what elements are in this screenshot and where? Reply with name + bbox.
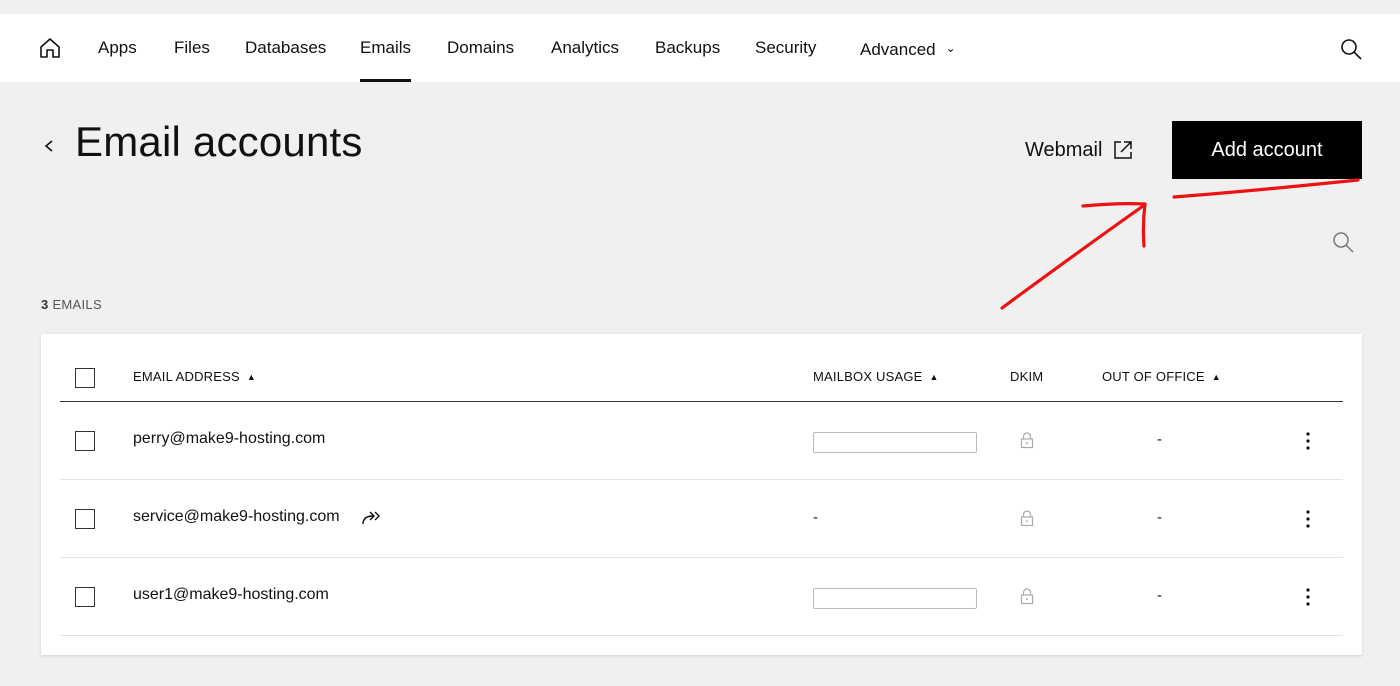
column-email-address-label: EMAIL ADDRESS xyxy=(133,369,240,384)
mailbox-usage-value: - xyxy=(813,509,818,526)
column-mailbox-usage-label: MAILBOX USAGE xyxy=(813,369,923,384)
nav-item-files[interactable]: Files xyxy=(174,14,210,82)
nav-item-databases[interactable]: Databases xyxy=(245,14,326,82)
nav-item-advanced[interactable]: Advanced ⌄ xyxy=(860,14,956,82)
row-checkbox[interactable] xyxy=(75,509,95,529)
email-address[interactable]: user1@make9-hosting.com xyxy=(133,586,329,604)
sort-asc-icon: ▲ xyxy=(1211,372,1221,382)
nav-item-analytics[interactable]: Analytics xyxy=(551,14,619,82)
email-count: 3 EMAILS xyxy=(41,297,102,312)
out-of-office-value: - xyxy=(1157,431,1162,448)
nav-item-security[interactable]: Security xyxy=(755,14,816,82)
column-out-of-office[interactable]: OUT OF OFFICE ▲ xyxy=(1102,369,1221,384)
row-checkbox[interactable] xyxy=(75,587,95,607)
search-emails-icon[interactable] xyxy=(1332,231,1354,253)
column-out-of-office-label: OUT OF OFFICE xyxy=(1102,369,1205,384)
column-mailbox-usage[interactable]: MAILBOX USAGE ▲ xyxy=(813,369,939,384)
table-row: perry@make9-hosting.com - xyxy=(60,402,1343,480)
home-icon[interactable] xyxy=(38,36,62,60)
email-table: EMAIL ADDRESS ▲ MAILBOX USAGE ▲ DKIM OUT O… xyxy=(41,334,1362,655)
email-count-label: EMAILS xyxy=(52,297,102,312)
lock-icon xyxy=(1020,588,1034,605)
back-chevron-icon[interactable] xyxy=(40,134,58,158)
main-navbar: Apps Files Databases Emails Domains Anal… xyxy=(0,14,1400,82)
email-count-number: 3 xyxy=(41,297,49,312)
nav-item-backups[interactable]: Backups xyxy=(655,14,720,82)
chevron-down-icon: ⌄ xyxy=(945,41,956,55)
nav-item-emails[interactable]: Emails xyxy=(360,14,412,82)
out-of-office-value: - xyxy=(1157,509,1162,526)
table-row: service@make9-hosting.com - - xyxy=(60,480,1343,558)
out-of-office-value: - xyxy=(1157,587,1162,604)
add-account-button[interactable]: Add account xyxy=(1172,121,1362,179)
forwarding-icon xyxy=(362,511,380,525)
email-address[interactable]: perry@make9-hosting.com xyxy=(133,430,325,448)
external-link-icon xyxy=(1114,141,1133,159)
nav-item-apps[interactable]: Apps xyxy=(98,14,137,82)
mailbox-usage-bar xyxy=(813,588,977,609)
column-dkim: DKIM xyxy=(1010,369,1044,384)
lock-icon xyxy=(1020,510,1034,527)
more-options-icon[interactable] xyxy=(1300,508,1316,530)
select-all-checkbox[interactable] xyxy=(75,368,95,388)
column-email-address[interactable]: EMAIL ADDRESS ▲ xyxy=(133,369,256,384)
email-address[interactable]: service@make9-hosting.com xyxy=(133,508,340,526)
search-icon[interactable] xyxy=(1340,38,1362,60)
sort-asc-icon: ▲ xyxy=(929,372,939,382)
sort-asc-icon: ▲ xyxy=(246,372,256,382)
table-row: user1@make9-hosting.com - xyxy=(60,558,1343,636)
more-options-icon[interactable] xyxy=(1300,586,1316,608)
webmail-label: Webmail xyxy=(1025,138,1103,161)
webmail-link[interactable]: Webmail xyxy=(1025,136,1134,164)
mailbox-usage-bar xyxy=(813,432,977,453)
lock-icon xyxy=(1020,432,1034,449)
top-strip xyxy=(0,0,1400,14)
more-options-icon[interactable] xyxy=(1300,430,1316,452)
table-header: EMAIL ADDRESS ▲ MAILBOX USAGE ▲ DKIM OUT O… xyxy=(60,334,1343,402)
nav-item-domains[interactable]: Domains xyxy=(447,14,514,82)
row-checkbox[interactable] xyxy=(75,431,95,451)
nav-item-advanced-label: Advanced xyxy=(860,40,936,59)
page-title: Email accounts xyxy=(75,118,363,165)
